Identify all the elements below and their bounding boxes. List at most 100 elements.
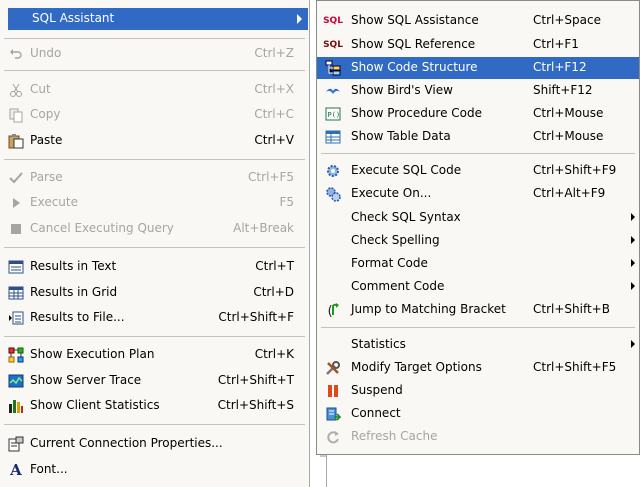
server-trace-icon bbox=[8, 373, 24, 389]
menu-item-shortcut: Ctrl+T bbox=[255, 259, 294, 273]
menu-item-label: Comment Code bbox=[351, 279, 445, 293]
results-grid-icon bbox=[8, 285, 24, 301]
submenu-item-format-code[interactable]: Format Code bbox=[317, 253, 639, 275]
menu-item-client-statistics[interactable]: Show Client Statistics Ctrl+Shift+S bbox=[0, 395, 308, 417]
font-icon: A bbox=[10, 461, 22, 479]
menu-item-paste[interactable]: Paste Ctrl+V bbox=[0, 130, 308, 152]
menu-item-label: Undo bbox=[30, 46, 62, 60]
menu-separator bbox=[4, 424, 305, 425]
menu-separator bbox=[321, 153, 635, 154]
submenu-item-procedure-code[interactable]: P() Show Procedure Code Ctrl+Mouse bbox=[317, 103, 639, 125]
menu-item-execution-plan[interactable]: Show Execution Plan Ctrl+K bbox=[0, 344, 308, 366]
menu-item-shortcut: Ctrl+Shift+F bbox=[218, 310, 294, 324]
refresh-icon bbox=[325, 429, 341, 445]
menu-item-label: Copy bbox=[30, 107, 61, 121]
menu-item-cancel-query[interactable]: Cancel Executing Query Alt+Break bbox=[0, 218, 308, 240]
menu-item-label: Jump to Matching Bracket bbox=[351, 302, 506, 316]
connection-properties-icon bbox=[8, 436, 24, 452]
menu-item-shortcut: F5 bbox=[279, 195, 294, 209]
menu-item-shortcut: Ctrl+Shift+B bbox=[533, 302, 610, 316]
submenu-item-table-data[interactable]: Show Table Data Ctrl+Mouse bbox=[317, 126, 639, 148]
menu-item-shortcut: Ctrl+F1 bbox=[533, 37, 579, 51]
submenu-item-birds-view[interactable]: Show Bird's View Shift+F12 bbox=[317, 80, 639, 102]
play-icon bbox=[8, 195, 24, 211]
sql-assistance-icon: SQL bbox=[323, 16, 343, 26]
copy-icon bbox=[8, 107, 24, 123]
menu-item-parse[interactable]: Parse Ctrl+F5 bbox=[0, 167, 308, 189]
menu-item-label: Show Procedure Code bbox=[351, 106, 483, 120]
menu-item-label: Font... bbox=[30, 462, 68, 476]
sql-assistant-submenu: SQL Show SQL Assistance Ctrl+Space SQL S… bbox=[316, 0, 640, 455]
submenu-item-execute-on[interactable]: Execute On... Ctrl+Alt+F9 bbox=[317, 183, 639, 205]
submenu-item-modify-target-options[interactable]: Modify Target Options Ctrl+Shift+F5 bbox=[317, 357, 639, 379]
menu-item-label: Show Execution Plan bbox=[30, 347, 155, 361]
submenu-arrow-icon bbox=[631, 259, 635, 267]
menu-item-label: Format Code bbox=[351, 256, 428, 270]
menu-item-server-trace[interactable]: Show Server Trace Ctrl+Shift+T bbox=[0, 370, 308, 392]
menu-item-shortcut: Ctrl+Space bbox=[533, 13, 601, 27]
menu-separator bbox=[4, 159, 305, 160]
menu-item-label: Execute On... bbox=[351, 186, 432, 200]
checkmark-icon bbox=[8, 170, 24, 186]
client-statistics-icon bbox=[8, 398, 24, 414]
submenu-item-connect[interactable]: Connect bbox=[317, 403, 639, 425]
menu-item-results-text[interactable]: Results in Text Ctrl+T bbox=[0, 256, 308, 278]
menu-item-label: Parse bbox=[30, 170, 63, 184]
paste-icon bbox=[8, 133, 24, 149]
menu-item-label: Statistics bbox=[351, 337, 406, 351]
submenu-item-comment-code[interactable]: Comment Code bbox=[317, 276, 639, 298]
gears-icon bbox=[325, 186, 341, 202]
menu-item-label: SQL Assistant bbox=[32, 11, 115, 25]
menu-item-label: Show Code Structure bbox=[351, 60, 478, 74]
submenu-item-check-spelling[interactable]: Check Spelling bbox=[317, 230, 639, 252]
menu-item-label: Execute bbox=[30, 195, 78, 209]
menu-item-sql-assistant[interactable]: SQL Assistant bbox=[8, 8, 308, 30]
menu-item-shortcut: Ctrl+Mouse bbox=[533, 129, 604, 143]
submenu-arrow-icon bbox=[631, 282, 635, 290]
code-structure-icon bbox=[325, 60, 341, 76]
menu-separator bbox=[4, 336, 305, 337]
menu-item-label: Show Table Data bbox=[351, 129, 451, 143]
menu-item-label: Show Server Trace bbox=[30, 373, 142, 387]
execution-plan-icon bbox=[8, 347, 24, 363]
menu-item-shortcut: Ctrl+V bbox=[254, 133, 294, 147]
stop-icon bbox=[8, 221, 24, 237]
menu-item-shortcut: Ctrl+Z bbox=[254, 46, 294, 60]
menu-item-results-grid[interactable]: Results in Grid Ctrl+D bbox=[0, 282, 308, 304]
tools-icon bbox=[325, 360, 341, 376]
menu-item-shortcut: Ctrl+Shift+S bbox=[217, 398, 294, 412]
submenu-item-code-structure[interactable]: Show Code Structure Ctrl+F12 bbox=[317, 57, 639, 79]
menu-item-label: Check Spelling bbox=[351, 233, 440, 247]
menu-item-results-file[interactable]: Results to File... Ctrl+Shift+F bbox=[0, 307, 308, 329]
menu-item-execute[interactable]: Execute F5 bbox=[0, 192, 308, 214]
menu-item-shortcut: Ctrl+D bbox=[253, 285, 294, 299]
submenu-item-sql-assistance[interactable]: SQL Show SQL Assistance Ctrl+Space bbox=[317, 10, 639, 32]
menu-item-font[interactable]: A Font... bbox=[0, 459, 308, 481]
menu-item-copy[interactable]: Copy Ctrl+C bbox=[0, 104, 308, 126]
submenu-item-check-syntax[interactable]: Check SQL Syntax bbox=[317, 207, 639, 229]
menu-item-label: Cut bbox=[30, 82, 51, 96]
menu-item-label: Execute SQL Code bbox=[351, 163, 462, 177]
menu-item-label: Suspend bbox=[351, 383, 403, 397]
pause-icon bbox=[325, 383, 341, 399]
menu-item-connection-properties[interactable]: Current Connection Properties... bbox=[0, 433, 308, 455]
submenu-item-suspend[interactable]: Suspend bbox=[317, 380, 639, 402]
menu-item-shortcut: Ctrl+Shift+T bbox=[217, 373, 294, 387]
menu-item-shortcut: Ctrl+X bbox=[254, 82, 294, 96]
submenu-item-execute-sql[interactable]: Execute SQL Code Ctrl+Shift+F9 bbox=[317, 160, 639, 182]
menu-item-label: Check SQL Syntax bbox=[351, 210, 461, 224]
menu-item-shortcut: Ctrl+F5 bbox=[248, 170, 294, 184]
submenu-item-statistics[interactable]: Statistics bbox=[317, 334, 639, 356]
submenu-arrow-icon bbox=[631, 340, 635, 348]
menu-item-undo[interactable]: Undo Ctrl+Z bbox=[0, 43, 308, 65]
menu-item-shortcut: Shift+F12 bbox=[533, 83, 593, 97]
menu-item-label: Results in Grid bbox=[30, 285, 118, 299]
menu-item-shortcut: Ctrl+Shift+F9 bbox=[533, 163, 617, 177]
menu-item-shortcut: Ctrl+C bbox=[254, 107, 294, 121]
svg-text:P(): P() bbox=[328, 111, 341, 119]
submenu-item-sql-reference[interactable]: SQL Show SQL Reference Ctrl+F1 bbox=[317, 34, 639, 56]
menu-item-label: Refresh Cache bbox=[351, 429, 438, 443]
menu-item-cut[interactable]: Cut Ctrl+X bbox=[0, 79, 308, 101]
submenu-item-jump-bracket[interactable]: ( Jump to Matching Bracket Ctrl+Shift+B bbox=[317, 299, 639, 321]
submenu-item-refresh-cache[interactable]: Refresh Cache bbox=[317, 426, 639, 448]
